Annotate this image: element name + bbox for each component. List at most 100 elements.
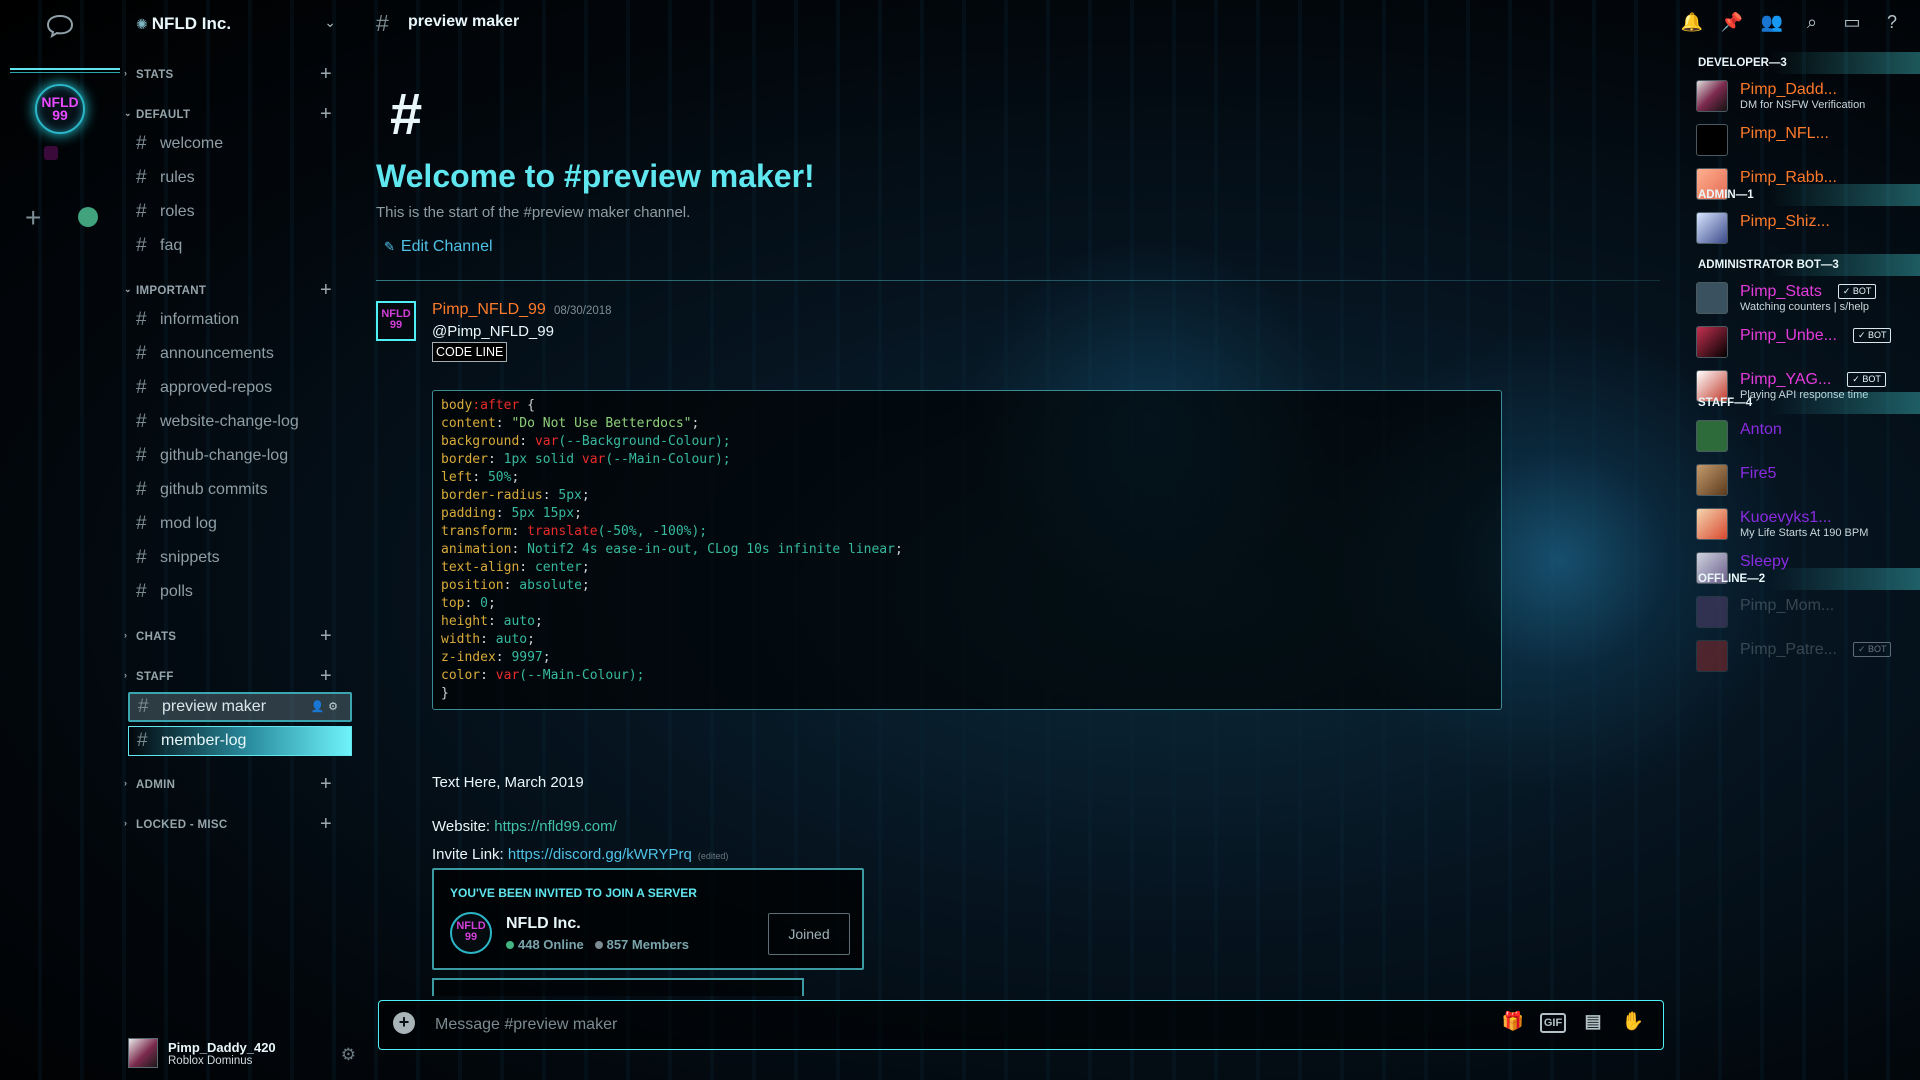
channel-github-change-log[interactable]: # github-change-log (128, 442, 352, 470)
category-locked-misc[interactable]: › LOCKED - MISC + (120, 813, 350, 835)
gif-icon[interactable]: GIF (1540, 1013, 1566, 1033)
add-channel-icon[interactable]: + (320, 279, 332, 302)
hash-icon: # (136, 547, 147, 568)
channel-polls[interactable]: # polls (128, 578, 352, 606)
member-name-text: Pimp_YAG... (1740, 371, 1832, 388)
channel-mod-log[interactable]: # mod log (128, 510, 352, 538)
category-stats[interactable]: › STATS + (120, 63, 350, 85)
website-link[interactable]: https://nfld99.com/ (494, 818, 617, 835)
compass-icon[interactable] (78, 207, 98, 227)
member-item[interactable]: Anton (1696, 418, 1916, 456)
channel-welcome[interactable]: # welcome (128, 130, 352, 158)
avatar[interactable] (1696, 420, 1728, 452)
message-input[interactable]: Message #preview maker (435, 1016, 617, 1034)
avatar[interactable] (1696, 596, 1728, 628)
avatar[interactable] (1696, 282, 1728, 314)
pin-icon[interactable]: 📌 (1712, 12, 1752, 33)
category-chats[interactable]: › CHATS + (120, 625, 350, 647)
avatar[interactable] (1696, 640, 1728, 672)
user-status: Roblox Dominus (168, 1055, 253, 1067)
code-line: text-align: center; (441, 560, 590, 575)
category-default[interactable]: ⌄ DEFAULT + (120, 103, 350, 125)
plus-icon[interactable]: + (25, 204, 41, 232)
add-channel-icon[interactable]: + (320, 63, 332, 86)
message-author[interactable]: Pimp_NFLD_99 (432, 301, 546, 319)
inbox-icon[interactable]: ▭ (1832, 12, 1872, 33)
gift-icon[interactable]: 🎁 (1493, 1011, 1533, 1035)
category-admin[interactable]: › ADMIN + (120, 773, 350, 795)
pencil-icon: ✎ (384, 239, 395, 254)
channel-settings-icons[interactable]: 👤⚙ (310, 700, 342, 713)
edit-channel-link[interactable]: ✎ Edit Channel (384, 238, 493, 256)
add-channel-icon[interactable]: + (320, 103, 332, 126)
members-icon[interactable]: 👥 (1752, 12, 1792, 33)
upload-plus-icon[interactable]: + (393, 1012, 415, 1034)
chevron-right-icon: › (124, 778, 128, 788)
avatar[interactable] (1696, 80, 1728, 112)
member-name: Pimp_Patre... ✓ BOT (1740, 641, 1892, 659)
code-line: z-index: 9997; (441, 650, 551, 665)
channel-faq[interactable]: # faq (128, 232, 352, 260)
avatar[interactable] (1696, 326, 1728, 358)
message-avatar[interactable]: NFLD 99 (376, 301, 416, 341)
channel-announcements[interactable]: # announcements (128, 340, 352, 368)
chevron-right-icon: › (124, 68, 128, 78)
message-mention[interactable]: @Pimp_NFLD_99 (432, 323, 554, 340)
hash-icon: # (136, 133, 147, 154)
avatar[interactable] (1696, 464, 1728, 496)
search-icon[interactable]: ⌕ (1792, 12, 1832, 33)
member-item[interactable]: Pimp_Dadd... DM for NSFW Verification (1696, 78, 1916, 116)
add-channel-icon[interactable]: + (320, 665, 332, 688)
channel-information[interactable]: # information (128, 306, 352, 334)
member-item[interactable]: Kuoevyks1... My Life Starts At 190 BPM (1696, 506, 1916, 544)
message-composer[interactable]: + Message #preview maker 🎁 GIF ▤ ✋ (378, 1000, 1664, 1050)
gear-icon[interactable]: ⚙ (341, 1045, 356, 1065)
server-rail: NFLD 99 + (0, 0, 120, 1080)
server-icon-small[interactable] (44, 146, 58, 160)
channel-preview-maker[interactable]: # preview maker 👤⚙ (128, 692, 352, 722)
code-line: content: "Do Not Use Betterdocs"; (441, 416, 700, 431)
guild-header[interactable]: ✺ NFLD Inc. ⌄ (120, 12, 350, 36)
chevron-down-icon[interactable]: ⌄ (324, 14, 336, 31)
channel-rules[interactable]: # rules (128, 164, 352, 192)
member-item[interactable]: Pimp_NFL... (1696, 122, 1916, 160)
add-channel-icon[interactable]: + (320, 773, 332, 796)
server-icon-nfld[interactable]: NFLD 99 (35, 84, 85, 134)
member-item[interactable]: Pimp_Shiz... (1696, 210, 1916, 248)
member-name: Fire5 (1740, 465, 1776, 483)
invite-link[interactable]: https://discord.gg/kWRYPrq (508, 846, 692, 863)
member-name-text: Fire5 (1740, 465, 1777, 482)
emoji-icon[interactable]: ✋ (1613, 1011, 1653, 1035)
channel-github-commits[interactable]: # github commits (128, 476, 352, 504)
member-item[interactable]: Pimp_Mom... (1696, 594, 1916, 632)
code-line: width: auto; (441, 632, 535, 647)
member-item[interactable]: Pimp_Patre... ✓ BOT (1696, 638, 1916, 676)
add-channel-icon[interactable]: + (320, 625, 332, 648)
channel-roles[interactable]: # roles (128, 198, 352, 226)
code-line: background: var(--Background-Colour); (441, 434, 731, 449)
add-channel-icon[interactable]: + (320, 813, 332, 836)
user-panel: Pimp_Daddy_420 Roblox Dominus ⚙ (120, 1036, 360, 1072)
avatar[interactable] (128, 1038, 158, 1068)
member-item[interactable]: Pimp_Unbe... ✓ BOT (1696, 324, 1916, 362)
avatar[interactable] (1696, 124, 1728, 156)
member-name-text: Pimp_Shiz... (1740, 213, 1830, 230)
bell-icon[interactable]: 🔔 (1672, 12, 1712, 33)
avatar[interactable] (1696, 508, 1728, 540)
category-staff[interactable]: › STAFF + (120, 665, 350, 687)
help-icon[interactable]: ? (1872, 12, 1912, 33)
channel-member-log[interactable]: # member-log (128, 726, 352, 756)
channel-snippets[interactable]: # snippets (128, 544, 352, 572)
member-item[interactable]: Fire5 (1696, 462, 1916, 500)
invite-stats: 448 Online 857 Members (506, 937, 689, 952)
chat-bubble-icon[interactable] (46, 14, 74, 38)
avatar[interactable] (1696, 212, 1728, 244)
sticker-icon[interactable]: ▤ (1573, 1011, 1613, 1035)
category-important[interactable]: ⌄ IMPORTANT + (120, 279, 350, 301)
channel-title: preview maker (408, 13, 520, 30)
channel-approved-repos[interactable]: # approved-repos (128, 374, 352, 402)
welcome-title: Welcome to #preview maker! (376, 158, 815, 194)
channel-website-change-log[interactable]: # website-change-log (128, 408, 352, 436)
joined-button[interactable]: Joined (768, 913, 850, 955)
member-item[interactable]: Pimp_Stats ✓ BOT Watching counters | s/hel… (1696, 280, 1916, 318)
